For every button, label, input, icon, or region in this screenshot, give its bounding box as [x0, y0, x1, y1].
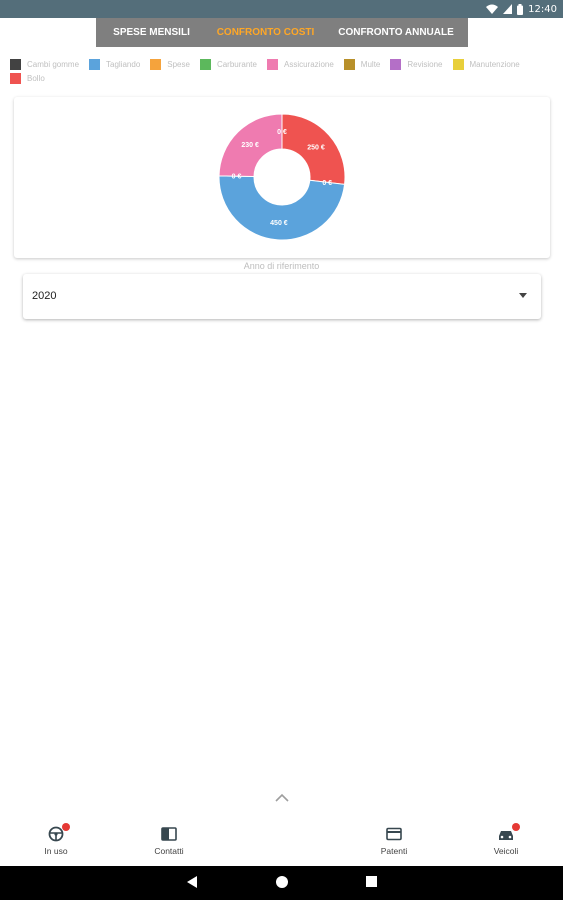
legend-swatch — [10, 58, 21, 70]
legend-swatch — [199, 58, 211, 70]
nav-item-in-uso[interactable]: In uso — [26, 823, 86, 856]
legend-item[interactable]: Bollo — [10, 72, 45, 84]
notification-badge — [512, 823, 520, 831]
tab-confronto-costi[interactable]: CONFRONTO COSTI — [207, 27, 324, 38]
legend-label: Carburante — [216, 59, 257, 69]
dropdown-arrow-icon — [519, 293, 527, 298]
legend-item[interactable]: Multe — [343, 58, 381, 70]
legend-swatch — [266, 58, 278, 70]
back-icon[interactable] — [186, 875, 198, 889]
donut-chart: 250 € 0 € 450 € 0 € 230 € 0 € — [218, 113, 346, 241]
steering-wheel-icon — [47, 823, 70, 842]
legend-label: Tagliando — [106, 59, 141, 69]
slice-value-label: 250 € — [307, 144, 325, 151]
nav-label: Patenti — [380, 846, 408, 856]
recents-icon[interactable] — [365, 875, 378, 889]
nav-item-veicoli[interactable]: Veicoli — [476, 823, 536, 856]
legend-label: Cambi gomme — [27, 59, 80, 69]
slice-value-label: 450 € — [270, 220, 288, 227]
license-card-icon — [385, 826, 403, 842]
tab-bar: SPESE MENSILI CONFRONTO COSTI CONFRONTO … — [96, 18, 468, 47]
legend-label: Multe — [360, 59, 381, 69]
notification-badge — [62, 823, 70, 831]
status-bar: 12:40 — [0, 0, 563, 18]
year-select[interactable]: 2020 — [23, 274, 541, 319]
status-time: 12:40 — [528, 3, 557, 15]
year-select-value: 2020 — [32, 290, 57, 302]
donut-hole — [254, 149, 310, 205]
cell-signal-icon — [503, 4, 513, 14]
bottom-navigation: In uso Contatti Patenti Veicoli — [0, 818, 563, 866]
year-select-label: Anno di riferimento — [243, 261, 320, 271]
legend-item[interactable]: Assicurazione — [266, 58, 334, 70]
legend-label: Assicurazione — [283, 59, 334, 69]
legend-item[interactable]: Cambi gomme — [10, 58, 79, 70]
legend-item[interactable]: Tagliando — [89, 58, 140, 70]
legend-item[interactable]: Carburante — [199, 58, 257, 70]
legend-label: Manutenzione — [469, 59, 520, 69]
legend-swatch — [452, 58, 464, 70]
tab-confronto-annuale[interactable]: CONFRONTO ANNUALE — [324, 27, 468, 38]
chevron-up-icon[interactable] — [274, 792, 290, 804]
contacts-book-icon — [160, 826, 178, 842]
nav-label: Contatti — [154, 846, 184, 856]
legend-swatch — [343, 58, 355, 70]
nav-label: In uso — [44, 846, 68, 856]
nav-item-contatti[interactable]: Contatti — [139, 826, 199, 856]
tab-spese-mensili[interactable]: SPESE MENSILI — [96, 27, 207, 38]
legend-label: Spese — [167, 59, 190, 69]
legend-item[interactable]: Manutenzione — [452, 58, 520, 70]
chart-legend: Cambi gomme Tagliando Spese Carburante Assic… — [10, 58, 558, 84]
battery-icon — [517, 3, 524, 15]
legend-label: Bollo — [27, 73, 45, 83]
legend-swatch — [390, 58, 402, 70]
status-icons: 12:40 — [486, 2, 557, 16]
legend-label: Revisione — [407, 59, 443, 69]
legend-swatch — [89, 58, 101, 70]
wifi-icon — [486, 4, 499, 14]
legend-swatch — [10, 72, 21, 84]
slice-value-label: 0 € — [277, 129, 287, 136]
legend-item[interactable]: Revisione — [390, 58, 443, 70]
nav-label: Veicoli — [493, 846, 519, 856]
home-icon[interactable] — [275, 875, 289, 889]
legend-item[interactable]: Spese — [150, 58, 190, 70]
chart-card: 250 € 0 € 450 € 0 € 230 € 0 € — [14, 97, 550, 258]
legend-swatch — [150, 58, 162, 70]
slice-value-label: 230 € — [241, 142, 259, 149]
system-navigation-bar — [0, 866, 563, 900]
nav-item-patenti[interactable]: Patenti — [364, 826, 424, 856]
car-icon — [497, 823, 520, 842]
slice-value-label: 0 € — [322, 180, 332, 187]
slice-value-label: 0 € — [232, 174, 242, 181]
